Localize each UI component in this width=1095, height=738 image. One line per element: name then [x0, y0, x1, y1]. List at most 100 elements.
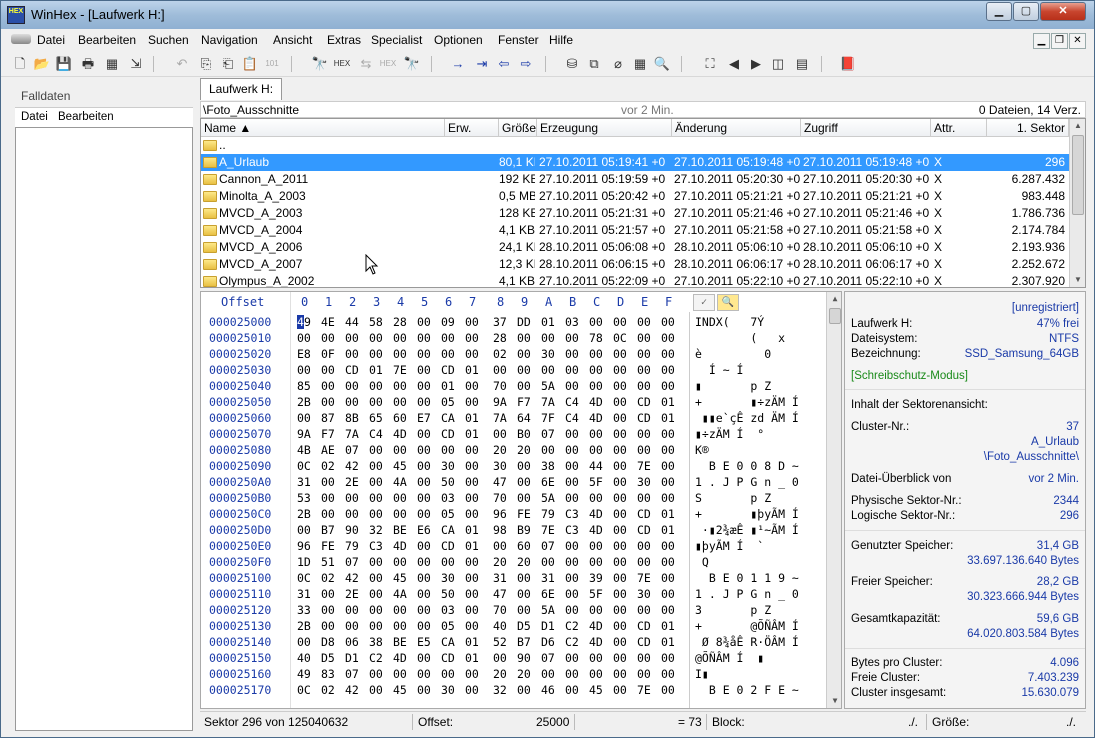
- hex-byte[interactable]: 00: [637, 491, 659, 505]
- menu-ansicht[interactable]: Ansicht: [273, 33, 312, 47]
- hex-byte[interactable]: 02: [321, 683, 343, 697]
- hex-byte[interactable]: 01: [661, 395, 683, 409]
- hex-byte[interactable]: 96: [297, 539, 319, 553]
- hex-byte[interactable]: 42: [345, 571, 367, 585]
- replace-text-icon[interactable]: ⇆: [357, 55, 375, 73]
- ascii-text[interactable]: ▮▮e`çÊ zd ÄM Í: [695, 411, 806, 425]
- hex-byte[interactable]: 0C: [613, 331, 635, 345]
- ascii-text[interactable]: B E 0 0 8 D ~: [695, 459, 806, 473]
- hex-byte[interactable]: 03: [441, 491, 463, 505]
- open-disk-icon[interactable]: ⛁: [563, 55, 581, 73]
- hex-byte[interactable]: 01: [465, 427, 487, 441]
- hex-byte[interactable]: C2: [565, 619, 587, 633]
- hex-byte[interactable]: 00: [613, 459, 635, 473]
- hex-byte[interactable]: 00: [441, 331, 463, 345]
- hex-byte[interactable]: F7: [517, 395, 539, 409]
- hex-row[interactable]: 0000250A0 31 00 2E 00 4A 00 50 00 47 00 6E 00 5F 00 30 0…: [201, 474, 826, 490]
- hex-byte[interactable]: 4A: [393, 475, 415, 489]
- hex-scrollbar[interactable]: ▲ ▼: [826, 292, 841, 708]
- hex-byte[interactable]: 07: [541, 539, 563, 553]
- hex-byte[interactable]: 00: [465, 491, 487, 505]
- hex-byte[interactable]: 30: [637, 587, 659, 601]
- undo-icon[interactable]: ↶: [173, 55, 191, 73]
- hex-byte[interactable]: 00: [321, 363, 343, 377]
- hex-byte[interactable]: 38: [369, 635, 391, 649]
- hex-byte[interactable]: 00: [637, 379, 659, 393]
- next-item-icon[interactable]: ▶: [747, 55, 765, 73]
- hex-byte[interactable]: 40: [297, 651, 319, 665]
- hex-row[interactable]: 000025170 0C 02 42 00 45 00 30 00 32 00 46 00 45 00 7E 0…: [201, 682, 826, 698]
- hex-byte[interactable]: 00: [441, 443, 463, 457]
- hex-byte[interactable]: AE: [321, 443, 343, 457]
- hex-byte[interactable]: FE: [321, 539, 343, 553]
- hex-byte[interactable]: 00: [565, 651, 587, 665]
- hex-byte[interactable]: C3: [565, 523, 587, 537]
- hex-editor[interactable]: Offset 0123456789ABCDEF ✓ 🔍 000025000 49 4…: [200, 291, 842, 709]
- hex-byte[interactable]: 7F: [541, 411, 563, 425]
- hex-byte[interactable]: 00: [517, 459, 539, 473]
- find-next-icon[interactable]: 🔭: [403, 55, 421, 73]
- hex-byte[interactable]: 4D: [589, 507, 611, 521]
- hex-row[interactable]: 000025070 9A F7 7A C4 4D 00 CD 01 00 B0 07 00 00 00 00 0…: [201, 426, 826, 442]
- hex-byte[interactable]: B9: [517, 523, 539, 537]
- hex-byte[interactable]: 00: [661, 459, 683, 473]
- hex-byte[interactable]: 02: [321, 459, 343, 473]
- hex-byte[interactable]: 00: [661, 571, 683, 585]
- hex-byte[interactable]: 00: [493, 427, 515, 441]
- hex-byte[interactable]: 00: [565, 683, 587, 697]
- hex-byte[interactable]: 79: [345, 539, 367, 553]
- ascii-text[interactable]: S p Z: [695, 491, 806, 505]
- hex-byte[interactable]: 20: [493, 443, 515, 457]
- tab-laufwerk-h[interactable]: Laufwerk H:: [200, 78, 283, 100]
- hex-byte[interactable]: CD: [637, 411, 659, 425]
- hex-byte[interactable]: 00: [613, 427, 635, 441]
- hex-row[interactable]: 000025120 33 00 00 00 00 00 03 00 70 00 5A 00 00 00 00 0…: [201, 602, 826, 618]
- hex-byte[interactable]: 00: [589, 427, 611, 441]
- hex-byte[interactable]: 00: [637, 555, 659, 569]
- hex-byte[interactable]: 00: [589, 347, 611, 361]
- hex-byte[interactable]: 79: [541, 507, 563, 521]
- hex-byte[interactable]: 00: [613, 379, 635, 393]
- hex-byte[interactable]: 9A: [297, 427, 319, 441]
- hex-byte[interactable]: 00: [417, 331, 439, 345]
- hex-byte[interactable]: 00: [417, 315, 439, 329]
- hex-row[interactable]: 000025100 0C 02 42 00 45 00 30 00 31 00 31 00 39 00 7E 0…: [201, 570, 826, 586]
- hex-byte[interactable]: 00: [345, 491, 367, 505]
- hex-byte[interactable]: 83: [321, 667, 343, 681]
- hex-byte[interactable]: 00: [517, 571, 539, 585]
- hex-byte[interactable]: 4D: [589, 619, 611, 633]
- hex-byte[interactable]: B7: [321, 523, 343, 537]
- hex-byte[interactable]: 00: [589, 555, 611, 569]
- hex-byte[interactable]: 00: [417, 379, 439, 393]
- hex-byte[interactable]: 00: [661, 475, 683, 489]
- hex-byte[interactable]: 00: [661, 651, 683, 665]
- ascii-text[interactable]: + ▮þyÃM Í: [695, 507, 806, 521]
- hex-byte[interactable]: 09: [441, 315, 463, 329]
- find-text-icon[interactable]: 🔭: [311, 55, 329, 73]
- hex-byte[interactable]: 00: [613, 491, 635, 505]
- ascii-text[interactable]: 3 p Z: [695, 603, 806, 617]
- calculator-icon[interactable]: ▦: [631, 55, 649, 73]
- hex-byte[interactable]: 00: [465, 347, 487, 361]
- hex-byte[interactable]: 00: [369, 683, 391, 697]
- hex-byte[interactable]: 00: [297, 523, 319, 537]
- hex-byte[interactable]: 00: [517, 491, 539, 505]
- hex-byte[interactable]: 01: [661, 523, 683, 537]
- hex-byte[interactable]: 31: [541, 571, 563, 585]
- hex-byte[interactable]: 00: [369, 475, 391, 489]
- hex-byte[interactable]: 5A: [541, 603, 563, 617]
- prev-item-icon[interactable]: ◀: [725, 55, 743, 73]
- hex-byte[interactable]: E5: [417, 635, 439, 649]
- hex-byte[interactable]: 45: [589, 683, 611, 697]
- hex-byte[interactable]: B7: [517, 635, 539, 649]
- hex-byte[interactable]: 31: [493, 571, 515, 585]
- hex-row[interactable]: 000025060 00 87 8B 65 60 E7 CA 01 7A 64 7F C4 4D 00 CD 0…: [201, 410, 826, 426]
- hex-byte[interactable]: 90: [517, 651, 539, 665]
- case-menu-bearbeiten[interactable]: Bearbeiten: [58, 111, 114, 123]
- hex-byte[interactable]: 2B: [297, 619, 319, 633]
- ascii-text[interactable]: 1 . J P G n _ 0: [695, 587, 806, 601]
- status-byte-value[interactable]: = 73: [678, 715, 702, 729]
- hex-byte[interactable]: 00: [637, 331, 659, 345]
- hex-byte[interactable]: 06: [345, 635, 367, 649]
- hex-byte[interactable]: 00: [393, 491, 415, 505]
